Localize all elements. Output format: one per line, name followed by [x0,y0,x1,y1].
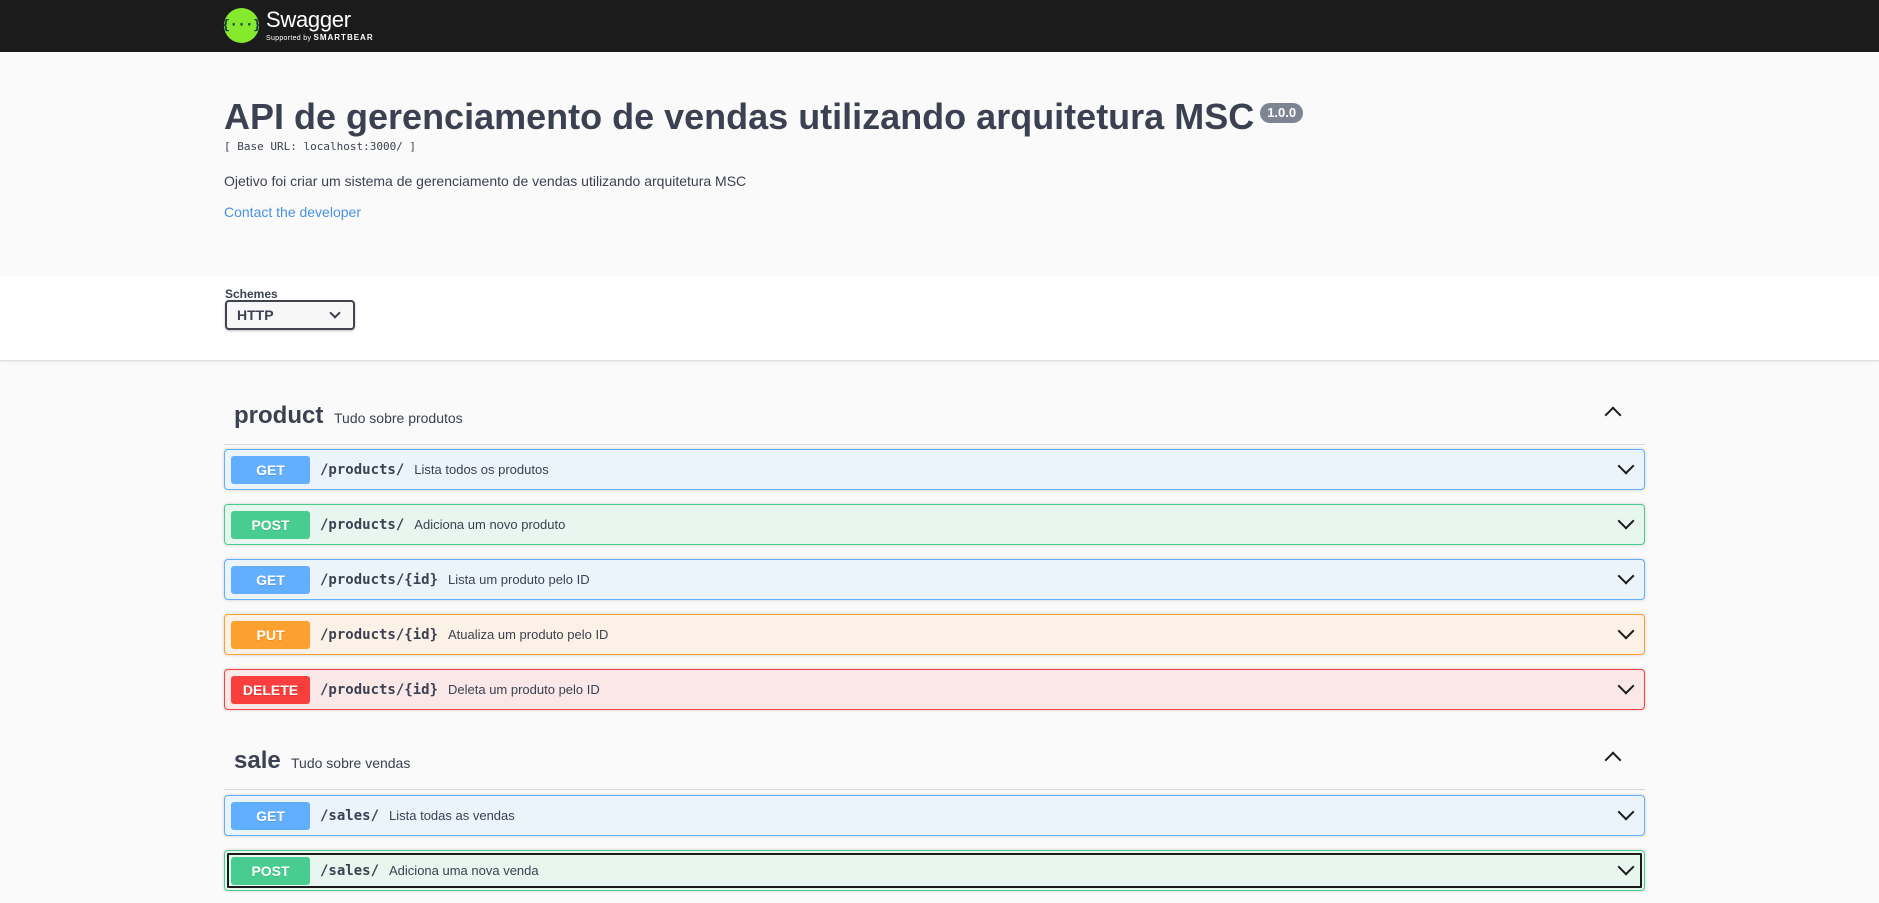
operation-summary: Adiciona um novo produto [414,517,566,532]
version-badge: 1.0.0 [1260,103,1304,123]
operation-path: /products/ [320,516,405,533]
operation-summary: Deleta um produto pelo ID [448,682,600,697]
operation-get-product-by-id[interactable]: GET /products/{id} Lista um produto pelo… [224,559,1645,600]
chevron-down-icon[interactable] [1617,858,1635,876]
chevron-down-icon[interactable] [1617,457,1635,475]
operation-get-products[interactable]: GET /products/ Lista todos os produtos [224,449,1645,490]
swagger-logo[interactable]: {···} Swagger Supported by SMARTBEAR [222,2,374,48]
operation-path: /sales/ [320,862,380,879]
tag-description: Tudo sobre produtos [334,410,463,426]
tag-description: Tudo sobre vendas [291,755,411,771]
logo-sub: Supported by SMARTBEAR [266,32,374,42]
operation-path: /products/ [320,461,405,478]
topbar: {···} Swagger Supported by SMARTBEAR [0,0,1879,52]
operation-path: /products/{id} [320,571,439,588]
api-info: API de gerenciamento de vendas utilizand… [224,96,1644,222]
title-row: API de gerenciamento de vendas utilizand… [224,96,1644,138]
chevron-down-icon[interactable] [1617,803,1635,821]
operation-summary: Atualiza um produto pelo ID [448,627,609,642]
base-url: [ Base URL: localhost:3000/ ] [224,140,417,153]
method-badge: POST [231,856,310,885]
operation-put-product-by-id[interactable]: PUT /products/{id} Atualiza um produto p… [224,614,1645,655]
tag-name: sale [234,747,281,774]
operation-summary: Lista um produto pelo ID [448,572,590,587]
operation-delete-product-by-id[interactable]: DELETE /products/{id} Deleta um produto … [224,669,1645,710]
operation-post-products[interactable]: POST /products/ Adiciona um novo produto [224,504,1645,545]
method-badge: GET [231,801,310,830]
operation-summary: Lista todos os produtos [414,462,549,477]
operation-path: /sales/ [320,807,380,824]
operation-get-sales[interactable]: GET /sales/ Lista todas as vendas [224,795,1645,836]
method-badge: DELETE [231,675,310,704]
schemes-label: Schemes [225,287,278,301]
schemes-select[interactable]: HTTP [225,300,355,330]
chevron-up-icon[interactable] [1604,751,1622,769]
method-badge: GET [231,455,310,484]
operation-path: /products/{id} [320,681,439,698]
chevron-down-icon [329,307,341,319]
chevron-up-icon[interactable] [1604,406,1622,424]
tag-name: product [234,402,324,429]
logo-sub-prefix: Supported by [266,34,312,42]
chevron-down-icon[interactable] [1617,622,1635,640]
method-badge: POST [231,510,310,539]
operation-path: /products/{id} [320,626,439,643]
chevron-down-icon[interactable] [1617,567,1635,585]
tag-sale[interactable]: sale Tudo sobre vendas [224,728,1645,790]
operation-summary: Lista todas as vendas [389,808,515,823]
page-title: API de gerenciamento de vendas utilizand… [224,96,1255,137]
logo-sub-brand: SMARTBEAR [313,32,374,42]
logo-name: Swagger [266,6,351,32]
operation-summary: Adiciona uma nova venda [389,863,539,878]
schemes-selected-value: HTTP [237,307,274,323]
logo-text: Swagger Supported by SMARTBEAR [266,6,374,42]
api-description: Ojetivo foi criar um sistema de gerencia… [224,173,747,189]
method-badge: PUT [231,620,310,649]
method-badge: GET [231,565,310,594]
schemes-section: Schemes HTTP [0,276,1879,361]
chevron-down-icon[interactable] [1617,677,1635,695]
contact-developer-link[interactable]: Contact the developer [224,204,361,220]
operation-post-sales[interactable]: POST /sales/ Adiciona uma nova venda [224,850,1645,891]
chevron-down-icon[interactable] [1617,512,1635,530]
tag-product[interactable]: product Tudo sobre produtos [224,383,1645,445]
swagger-logo-icon: {···} [222,7,261,43]
